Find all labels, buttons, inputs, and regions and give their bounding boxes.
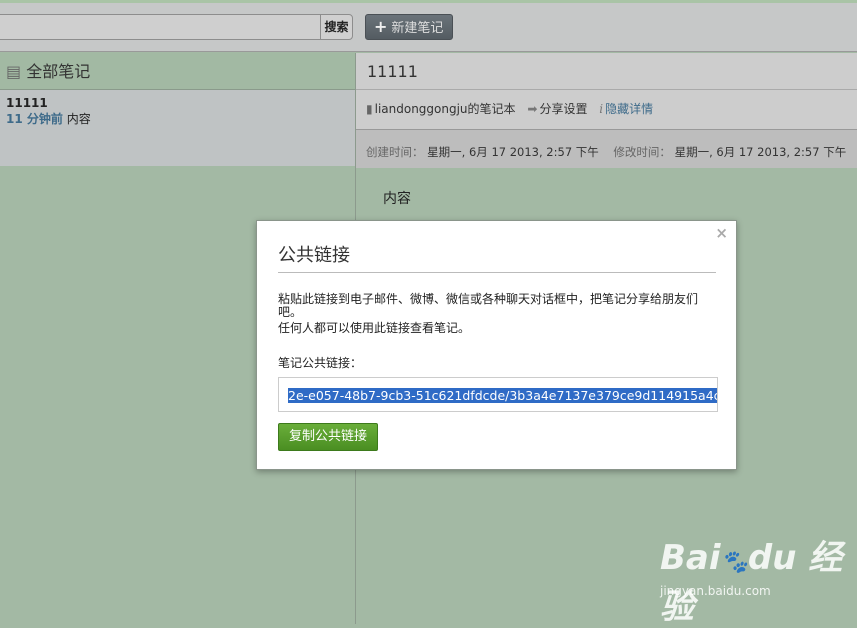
- watermark-url: jingyan.baidu.com: [660, 584, 771, 598]
- notebook-icon: ▮: [366, 102, 373, 116]
- search-button[interactable]: 搜索: [320, 14, 353, 40]
- link-value: 2e-e057-48b7-9cb3-51c621dfdcde/3b3a4e713…: [288, 388, 717, 403]
- hide-details-link[interactable]: 隐藏详情: [605, 102, 653, 116]
- new-note-label: 新建笔记: [391, 21, 444, 36]
- public-link-dialog: × 公共链接 粘贴此链接到电子邮件、微博、微信或各种聊天对话框中，把笔记分享给朋…: [256, 220, 737, 470]
- note-preview: 内容: [66, 112, 91, 126]
- list-item[interactable]: 11111 11 分钟前 内容: [0, 90, 355, 166]
- created-value: 星期一, 6月 17 2013, 2:57 下午: [427, 145, 599, 159]
- share-settings-link[interactable]: 分享设置: [539, 102, 587, 116]
- note-title: 11111: [6, 96, 48, 110]
- new-note-button[interactable]: + 新建笔记: [365, 14, 453, 40]
- plus-icon: +: [374, 17, 388, 36]
- dialog-title: 公共链接: [278, 245, 350, 266]
- share-icon: ➡: [527, 102, 538, 116]
- modified-value: 星期一, 6月 17 2013, 2:57 下午: [674, 145, 847, 159]
- notebook-link[interactable]: liandonggongju的笔记本: [375, 102, 516, 116]
- desc-line-1: 粘贴此链接到电子邮件、微博、微信或各种聊天对话框中，把笔记分享给朋友们吧。: [278, 292, 699, 319]
- copy-link-button[interactable]: 复制公共链接: [278, 423, 378, 451]
- notes-header-label: 全部笔记: [26, 62, 91, 81]
- dialog-divider: [278, 272, 716, 273]
- link-label: 笔记公共链接：: [278, 356, 363, 370]
- note-meta-bar: ▮ liandonggongju的笔记本 ➡ 分享设置 i 隐藏详情: [356, 90, 857, 130]
- created-label: 创建时间：: [366, 145, 424, 159]
- modified-label: 修改时间：: [613, 145, 671, 159]
- note-title-field[interactable]: 11111: [356, 53, 857, 90]
- baidu-jingyan-watermark: Bai🐾du 经验 jingyan.baidu.com: [660, 538, 843, 627]
- note-time: 11 分钟前: [6, 112, 63, 126]
- notes-list-header: ▤ 全部笔记: [0, 53, 355, 90]
- notes-icon: ▤: [6, 62, 22, 81]
- desc-line-2: 任何人都可以使用此链接查看笔记。: [278, 321, 471, 335]
- close-icon[interactable]: ×: [715, 224, 728, 242]
- search-input[interactable]: [0, 14, 320, 40]
- public-link-input[interactable]: 2e-e057-48b7-9cb3-51c621dfdcde/3b3a4e713…: [278, 377, 718, 412]
- note-content[interactable]: 内容: [383, 188, 411, 208]
- dialog-description: 粘贴此链接到电子邮件、微博、微信或各种聊天对话框中，把笔记分享给朋友们吧。任何人…: [278, 293, 718, 335]
- note-times: 创建时间： 星期一, 6月 17 2013, 2:57 下午 修改时间： 星期一…: [356, 130, 857, 168]
- info-icon: i: [599, 102, 604, 116]
